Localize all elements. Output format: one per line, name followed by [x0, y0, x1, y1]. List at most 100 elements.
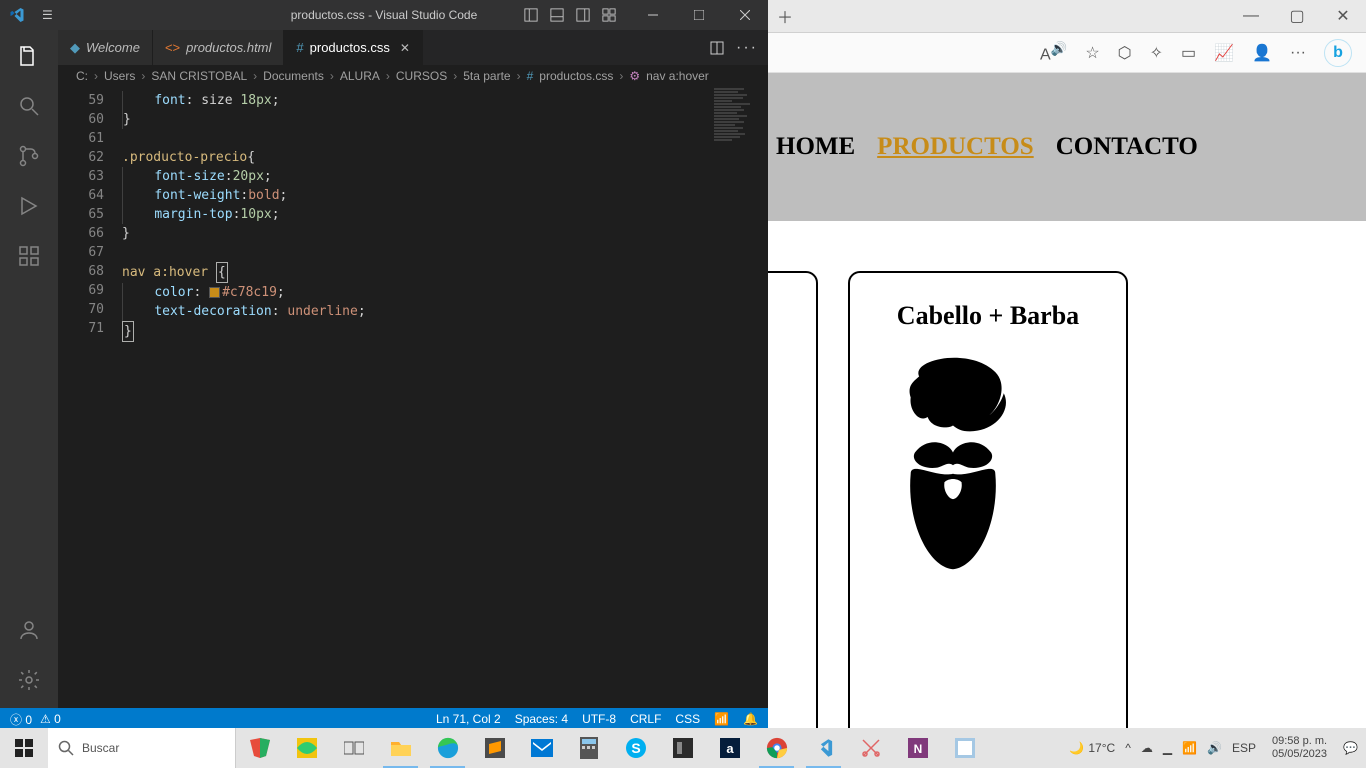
- maximize-button[interactable]: [676, 0, 722, 30]
- volume-icon[interactable]: 🔊: [1207, 741, 1222, 755]
- site-nav: HOME PRODUCTOS CONTACTO: [768, 133, 1198, 161]
- wifi-icon[interactable]: 📶: [1182, 741, 1197, 755]
- encoding[interactable]: UTF-8: [582, 712, 616, 726]
- product-title: Cabello + Barba: [868, 301, 1108, 331]
- start-button[interactable]: [0, 728, 48, 768]
- split-editor-icon[interactable]: [710, 41, 724, 55]
- settings-gear-icon[interactable]: [15, 666, 43, 694]
- webpage-content: HOME PRODUCTOS CONTACTO Cabello + Barba: [768, 73, 1366, 728]
- system-tray: 🌙17°C ^ ☁ ▁ 📶 🔊 ESP 09:58 p. m. 05/05/20…: [1069, 735, 1366, 761]
- status-bar: ⓧ 0 ⚠ 0 Ln 71, Col 2 Spaces: 4 UTF-8 CRL…: [0, 708, 768, 730]
- new-tab-button[interactable]: ＋: [768, 4, 802, 28]
- browser-tabbar: ＋ — ▢ ✕: [768, 0, 1366, 33]
- indentation[interactable]: Spaces: 4: [515, 712, 568, 726]
- windows-taskbar: Buscar S a N 🌙17°C ^ ☁ ▁ 📶 🔊: [0, 728, 1366, 768]
- window-title: productos.css - Visual Studio Code: [291, 8, 478, 22]
- notifications-tray-icon[interactable]: 💬: [1343, 741, 1358, 755]
- menu-icon[interactable]: ☰: [34, 8, 61, 22]
- warnings-icon[interactable]: ⚠ 0: [40, 712, 61, 726]
- app-icon-2[interactable]: [283, 728, 330, 768]
- onedrive-icon[interactable]: ☁: [1141, 741, 1153, 755]
- code-content[interactable]: font: size 18px; } .producto-precio{ fon…: [114, 87, 768, 708]
- search-icon[interactable]: [15, 92, 43, 120]
- language-indicator[interactable]: ESP: [1232, 741, 1256, 755]
- vscode-taskbar-icon[interactable]: [800, 728, 847, 768]
- minimize-button[interactable]: [630, 0, 676, 30]
- search-placeholder: Buscar: [82, 741, 119, 755]
- taskbar-search[interactable]: Buscar: [48, 728, 236, 768]
- onenote-icon[interactable]: N: [894, 728, 941, 768]
- clock[interactable]: 09:58 p. m. 05/05/2023: [1266, 735, 1333, 761]
- close-button[interactable]: [722, 0, 768, 30]
- eol[interactable]: CRLF: [630, 712, 661, 726]
- bing-icon[interactable]: b: [1324, 39, 1352, 67]
- taskbar-apps: S a N: [236, 728, 988, 768]
- edge-browser-window: ＋ — ▢ ✕ A🔊 ☆ ⬡ ✧ ▭ 📈 👤 ··· b HOME PRODUC…: [768, 0, 1366, 728]
- site-header: HOME PRODUCTOS CONTACTO: [768, 73, 1366, 221]
- vscode-titlebar[interactable]: ☰ productos.css - Visual Studio Code: [0, 0, 768, 30]
- tab-label: productos.css: [310, 40, 390, 55]
- tray-chevron-icon[interactable]: ^: [1125, 741, 1131, 755]
- nav-contacto[interactable]: CONTACTO: [1056, 133, 1198, 161]
- browser-close-button[interactable]: ✕: [1320, 0, 1366, 33]
- editor-tabs: ◆Welcome <>productos.html #productos.css…: [58, 30, 768, 65]
- weather-widget[interactable]: 🌙17°C: [1069, 741, 1115, 755]
- task-view-icon[interactable]: [330, 728, 377, 768]
- svg-text:N: N: [913, 742, 922, 756]
- line-gutter: 59606162636465666768697071: [58, 87, 114, 708]
- notes-icon[interactable]: [941, 728, 988, 768]
- account-icon[interactable]: [15, 616, 43, 644]
- language-mode[interactable]: CSS: [675, 712, 700, 726]
- browser-minimize-button[interactable]: —: [1228, 0, 1274, 33]
- extensions-icon[interactable]: [15, 242, 43, 270]
- notifications-icon[interactable]: 🔔: [743, 712, 758, 726]
- app-icon-1[interactable]: [236, 728, 283, 768]
- read-aloud-icon[interactable]: A🔊: [1040, 41, 1067, 64]
- tab-welcome[interactable]: ◆Welcome: [58, 30, 153, 65]
- edge-icon[interactable]: [424, 728, 471, 768]
- skype-icon[interactable]: S: [612, 728, 659, 768]
- explorer-icon[interactable]: [15, 42, 43, 70]
- code-editor[interactable]: 59606162636465666768697071 font: size 18…: [58, 87, 768, 708]
- extension-icon[interactable]: ⬡: [1118, 43, 1132, 63]
- breadcrumbs[interactable]: C:› Users› SAN CRISTOBAL› Documents› ALU…: [58, 65, 768, 87]
- browser-maximize-button[interactable]: ▢: [1274, 0, 1320, 33]
- layout-controls[interactable]: [524, 8, 630, 22]
- close-tab-icon[interactable]: ✕: [400, 41, 410, 55]
- file-explorer-icon[interactable]: [377, 728, 424, 768]
- errors-icon[interactable]: ⓧ 0: [10, 711, 32, 728]
- source-control-icon[interactable]: [15, 142, 43, 170]
- dark-app-icon[interactable]: [659, 728, 706, 768]
- activity-bar: [0, 30, 58, 708]
- battery-icon[interactable]: ▁: [1163, 741, 1172, 755]
- product-card: Cabello + Barba: [848, 271, 1128, 728]
- more-icon[interactable]: ···: [1290, 44, 1306, 62]
- favorite-icon[interactable]: ☆: [1085, 43, 1099, 63]
- snip-icon[interactable]: [847, 728, 894, 768]
- tab-productos-html[interactable]: <>productos.html: [153, 30, 284, 65]
- alura-icon[interactable]: a: [706, 728, 753, 768]
- svg-text:S: S: [631, 740, 640, 756]
- nav-home[interactable]: HOME: [776, 133, 855, 161]
- feedback-icon[interactable]: 📶: [714, 712, 729, 726]
- vscode-window: ☰ productos.css - Visual Studio Code: [0, 0, 768, 728]
- nav-productos[interactable]: PRODUCTOS: [877, 133, 1034, 161]
- chrome-icon[interactable]: [753, 728, 800, 768]
- cursor-position[interactable]: Ln 71, Col 2: [436, 712, 501, 726]
- more-actions-icon[interactable]: ···: [736, 39, 758, 57]
- product-card-partial: [768, 271, 818, 728]
- performance-icon[interactable]: 📈: [1214, 43, 1234, 63]
- tab-productos-css[interactable]: #productos.css✕: [284, 30, 423, 65]
- collections-icon[interactable]: ▭: [1181, 43, 1196, 63]
- sublime-icon[interactable]: [471, 728, 518, 768]
- mail-icon[interactable]: [518, 728, 565, 768]
- browser-toolbar: A🔊 ☆ ⬡ ✧ ▭ 📈 👤 ··· b: [768, 33, 1366, 73]
- profile-icon[interactable]: 👤: [1252, 43, 1272, 63]
- vscode-logo-icon: [0, 7, 34, 23]
- minimap[interactable]: [708, 87, 768, 267]
- favorites-bar-icon[interactable]: ✧: [1150, 43, 1163, 63]
- calculator-icon[interactable]: [565, 728, 612, 768]
- svg-text:a: a: [726, 741, 734, 756]
- run-debug-icon[interactable]: [15, 192, 43, 220]
- beard-icon: [868, 351, 1038, 571]
